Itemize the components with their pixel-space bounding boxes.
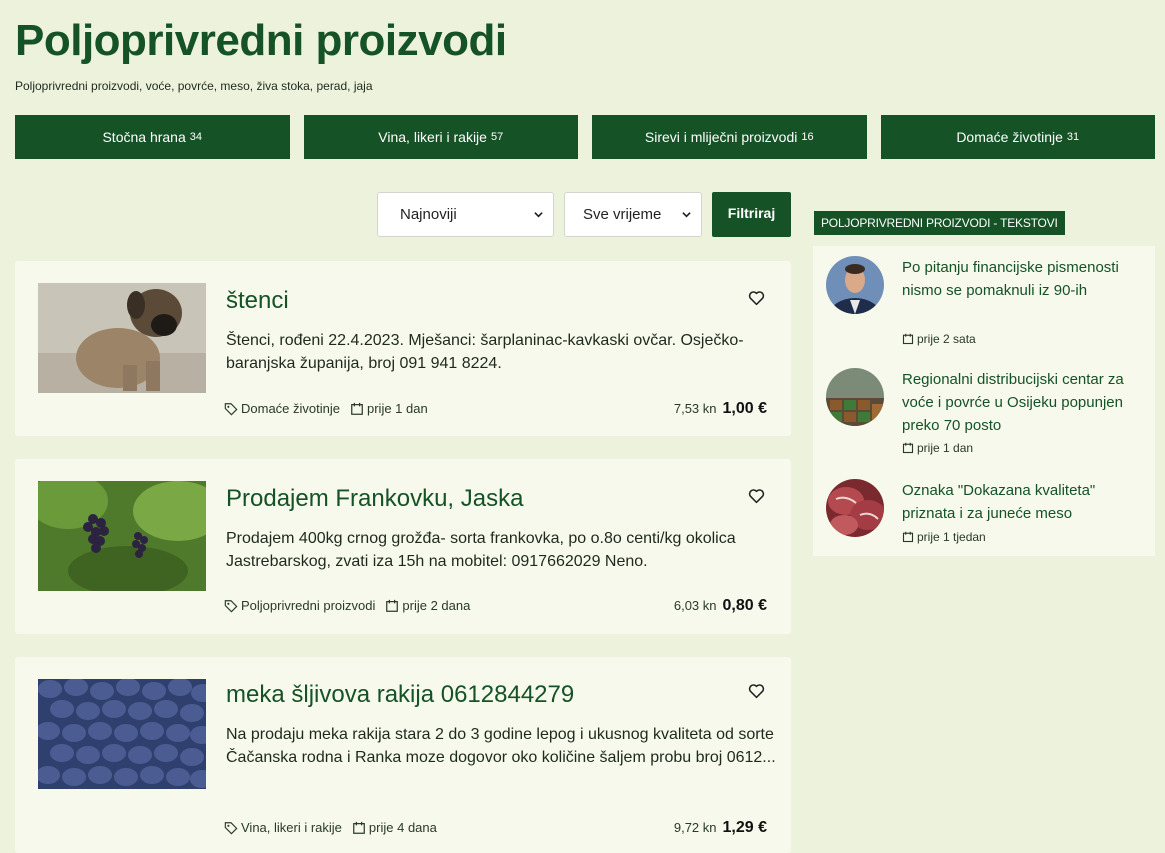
listing-posted-time: prije 4 dana: [368, 820, 437, 835]
article-time-label: prije 1 dan: [917, 441, 974, 455]
category-label: Vina, likeri i rakije: [378, 129, 487, 145]
listing-description: Štenci, rođeni 22.4.2023. Mješanci: šarp…: [226, 332, 744, 372]
heart-icon[interactable]: [748, 488, 765, 504]
article-time: prije 1 tjedan: [902, 530, 986, 544]
category-count: 57: [490, 131, 504, 143]
chevron-down-icon: [682, 212, 691, 218]
filter-button[interactable]: Filtriraj: [712, 192, 791, 237]
category-count: 31: [1066, 131, 1080, 143]
listing-category-link[interactable]: Vina, likeri i rakije: [241, 820, 342, 835]
category-button-sirevi[interactable]: Sirevi i mliječni proizvodi 16: [592, 115, 867, 159]
article-thumbnail-meat[interactable]: [826, 479, 884, 537]
tag-icon: [224, 599, 238, 612]
price-eur: 0,80 €: [722, 597, 767, 614]
listing-price: 6,03 kn 0,80 €: [674, 597, 767, 615]
article-time-label: prije 1 tjedan: [917, 530, 986, 544]
calendar-icon: [353, 821, 365, 834]
category-button-vina[interactable]: Vina, likeri i rakije 57: [303, 115, 578, 159]
listing-image-plums[interactable]: [38, 679, 206, 789]
listing-card: štenci Štenci, rođeni 22.4.2023. Mješanc…: [15, 261, 791, 436]
article-title[interactable]: Po pitanju financijske pismenosti nismo …: [902, 256, 1127, 302]
price-eur: 1,00 €: [722, 400, 767, 417]
listing-category-link[interactable]: Poljoprivredni proizvodi: [241, 598, 375, 613]
article-time: prije 2 sata: [902, 332, 976, 346]
listing-category-link[interactable]: Domaće životinje: [241, 401, 340, 416]
listing-image-grapes[interactable]: [38, 481, 206, 591]
sort-select[interactable]: Najnoviji: [377, 192, 554, 237]
listing-description: Prodajem 400kg crnog grožđa- sorta frank…: [226, 530, 736, 570]
page-title: Poljoprivredni proizvodi: [15, 16, 507, 65]
price-eur: 1,29 €: [722, 819, 767, 836]
price-kn: 7,53 kn: [673, 401, 717, 416]
category-label: Sirevi i mliječni proizvodi: [644, 129, 798, 145]
price-kn: 9,72 kn: [673, 820, 717, 835]
sidebar-articles: Po pitanju financijske pismenosti nismo …: [813, 246, 1155, 556]
calendar-icon: [902, 442, 914, 454]
calendar-icon: [902, 333, 914, 345]
tag-icon: [224, 402, 238, 415]
listing-card: meka šljivova rakija 0612844279 Na proda…: [15, 657, 791, 853]
category-label: Domaće životinje: [956, 129, 1063, 145]
category-label: Stočna hrana: [102, 129, 186, 145]
article-title[interactable]: Regionalni distribucijski centar za voće…: [902, 368, 1127, 437]
sort-select-value: Najnoviji: [400, 206, 457, 223]
calendar-icon: [351, 402, 363, 415]
listing-meta: Domaće životinje prije 1 dan: [224, 401, 428, 416]
article-time-label: prije 2 sata: [917, 332, 976, 346]
time-select-value: Sve vrijeme: [583, 206, 662, 223]
category-count: 16: [801, 131, 814, 143]
listing-price: 7,53 kn 1,00 €: [674, 400, 767, 418]
calendar-icon: [386, 599, 399, 612]
article-thumbnail-warehouse[interactable]: [826, 368, 884, 426]
listing-card: Prodajem Frankovku, Jaska Prodajem 400kg…: [15, 459, 791, 634]
listing-description: Na prodaju meka rakija stara 2 do 3 godi…: [226, 726, 776, 766]
tag-icon: [224, 821, 238, 834]
article-thumbnail-portrait[interactable]: [826, 256, 884, 314]
sidebar-heading: POLJOPRIVREDNI PROIZVODI - TEKSTOVI: [814, 211, 1065, 235]
category-button-stocna-hrana[interactable]: Stočna hrana 34: [15, 115, 290, 159]
listing-image-puppy[interactable]: [38, 283, 206, 393]
price-kn: 6,03 kn: [673, 598, 717, 613]
category-count: 34: [189, 131, 203, 143]
page-subtitle: Poljoprivredni proizvodi, voće, povrće, …: [15, 79, 373, 93]
listing-title[interactable]: Prodajem Frankovku, Jaska: [226, 485, 523, 513]
heart-icon[interactable]: [748, 683, 765, 699]
listing-title[interactable]: meka šljivova rakija 0612844279: [226, 681, 574, 709]
listing-posted-time: prije 1 dan: [367, 401, 428, 416]
listing-price: 9,72 kn 1,29 €: [674, 819, 767, 837]
listing-posted-time: prije 2 dana: [402, 598, 471, 613]
article-time: prije 1 dan: [902, 441, 973, 455]
calendar-icon: [902, 531, 914, 543]
time-select[interactable]: Sve vrijeme: [564, 192, 702, 237]
heart-icon[interactable]: [748, 290, 765, 306]
listing-meta: Poljoprivredni proizvodi prije 2 dana: [224, 598, 470, 613]
filter-bar: Najnoviji Sve vrijeme Filtriraj: [377, 192, 791, 237]
listing-meta: Vina, likeri i rakije prije 4 dana: [224, 820, 437, 835]
chevron-down-icon: [534, 212, 543, 218]
category-nav: Stočna hrana 34 Vina, likeri i rakije 57…: [15, 115, 1155, 159]
article-title[interactable]: Oznaka "Dokazana kvaliteta" priznata i z…: [902, 479, 1127, 525]
category-button-domace-zivotinje[interactable]: Domaće životinje 31: [880, 115, 1155, 159]
listing-title[interactable]: štenci: [226, 287, 289, 315]
